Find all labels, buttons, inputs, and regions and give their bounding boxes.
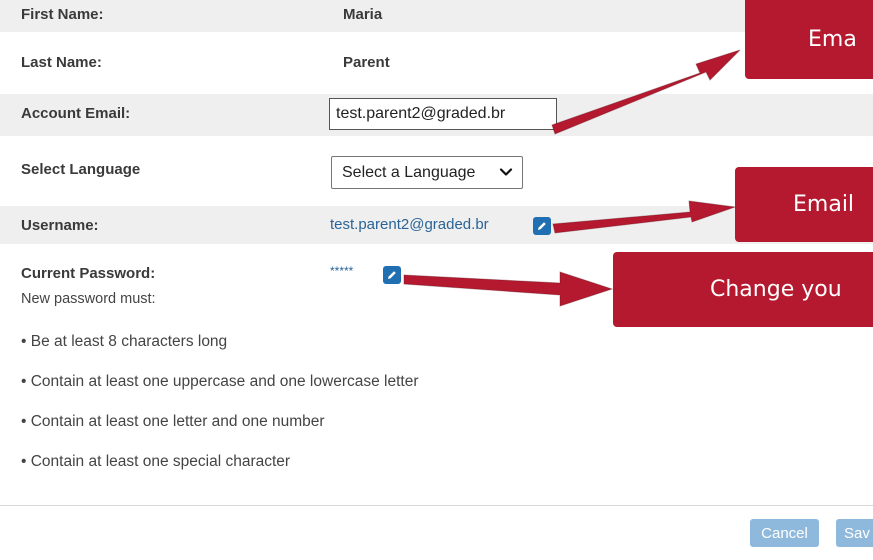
callout-arrows xyxy=(403,49,741,307)
